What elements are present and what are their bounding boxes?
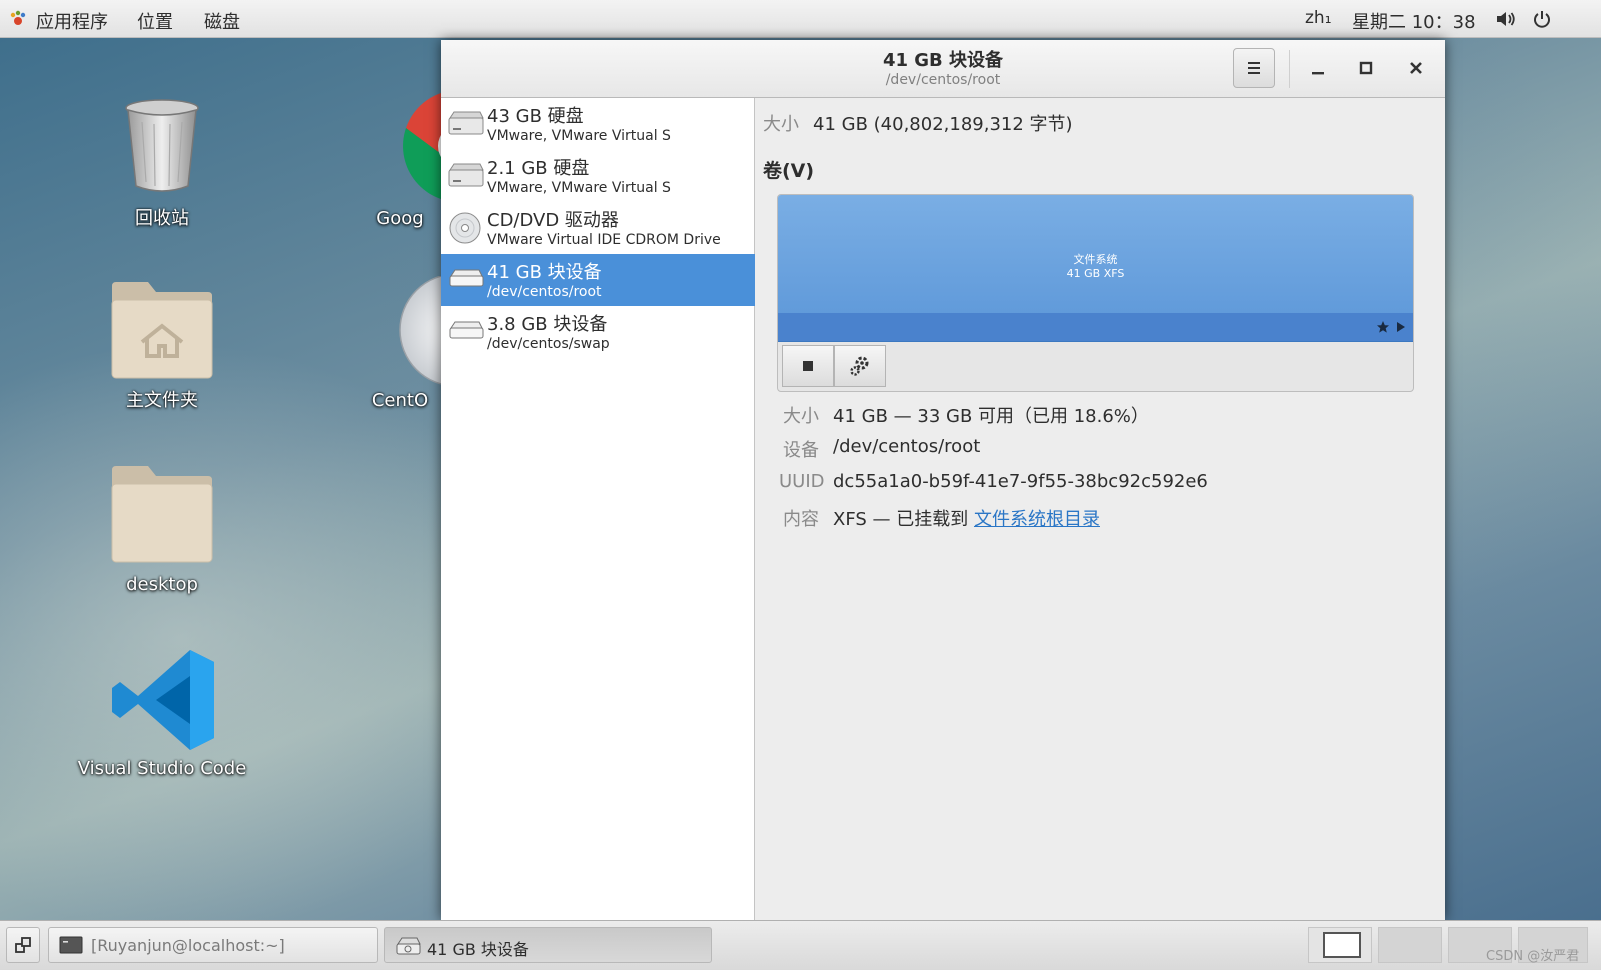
volumes-graph: 文件系统 41 GB XFS <box>777 194 1414 392</box>
task-terminal[interactable]: [Ruyanjun@localhost:~] <box>48 927 378 963</box>
device-title: 41 GB 块设备 <box>487 262 602 283</box>
desktop-icon-label: 主文件夹 <box>126 390 198 411</box>
contents-value: XFS — 已挂载到 文件系统根目录 <box>833 505 1100 531</box>
header-separator <box>1289 50 1290 88</box>
device-subtitle: VMware, VMware Virtual S <box>487 180 671 196</box>
partition-filesystem[interactable]: 文件系统 41 GB XFS <box>778 195 1413 342</box>
device-subtitle: VMware, VMware Virtual S <box>487 128 671 144</box>
gears-icon <box>850 356 869 376</box>
desktop-icon-label: desktop <box>126 574 198 595</box>
desktop-icon-vscode[interactable]: Visual Studio Code <box>62 648 262 788</box>
partition-type: 文件系统 <box>1073 253 1118 266</box>
clock[interactable]: 星期二 10：38 <box>1352 8 1476 34</box>
disks-app-icon <box>396 937 421 955</box>
device-item-2.1gb-disk[interactable]: 2.1 GB 硬盘 VMware, VMware Virtual S <box>441 150 755 202</box>
device-subtitle: /dev/centos/root <box>487 284 602 300</box>
device-subtitle: VMware Virtual IDE CDROM Drive <box>487 232 721 248</box>
hard-disk-icon <box>448 111 484 135</box>
device-subtitle: /dev/centos/swap <box>487 336 610 352</box>
desktop-icon-home-folder[interactable]: 主文件夹 <box>62 280 262 420</box>
drive-menu-button[interactable] <box>1233 48 1275 88</box>
task-disks[interactable]: 41 GB 块设备 <box>384 927 712 963</box>
desktop-icon-label: 回收站 <box>135 208 189 229</box>
device-item-43gb-disk[interactable]: 43 GB 硬盘 VMware, VMware Virtual S <box>441 98 755 150</box>
minimize-icon[interactable] <box>1303 54 1333 84</box>
device-label: 设备 <box>783 440 819 461</box>
partition-label: 文件系统 41 GB XFS <box>778 253 1413 281</box>
gnome-foot-icon[interactable] <box>8 9 28 29</box>
window-list-icon <box>15 937 31 953</box>
block-device-icon <box>449 321 484 339</box>
device-sidebar: 43 GB 硬盘 VMware, VMware Virtual S 2.1 GB… <box>441 98 755 920</box>
partition-status-strip <box>778 313 1413 341</box>
uuid-value: dc55a1a0-b59f-41e7-9f55-38bc92c592e6 <box>833 471 1208 492</box>
input-method-indicator[interactable]: zh₁ <box>1305 8 1332 28</box>
hamburger-menu-icon <box>1248 62 1260 74</box>
watermark: CSDN @汝严君 <box>1486 949 1580 964</box>
screen: 应用程序 位置 磁盘 zh₁ 星期二 10：38 回收站 Goog 主文件夹 C… <box>0 0 1601 970</box>
window-subtitle: /dev/centos/root <box>885 72 1001 88</box>
device-title: 2.1 GB 硬盘 <box>487 158 590 179</box>
desktop-icon-label: Visual Studio Code <box>77 758 247 779</box>
device-item-cd-dvd-drive[interactable]: CD/DVD 驱动器 VMware Virtual IDE CDROM Driv… <box>441 202 755 254</box>
trash-icon <box>125 99 199 192</box>
workspace-1-preview <box>1323 932 1361 958</box>
places-menu[interactable]: 位置 <box>137 8 173 34</box>
device-item-3.8gb-block-device[interactable]: 3.8 GB 块设备 /dev/centos/swap <box>441 306 755 358</box>
maximize-icon[interactable] <box>1351 54 1381 84</box>
device-item-41gb-block-device[interactable]: 41 GB 块设备 /dev/centos/root <box>441 254 755 306</box>
show-desktop-button[interactable] <box>6 927 40 963</box>
vscode-icon <box>112 650 214 750</box>
hard-disk-icon <box>448 163 484 187</box>
device-title: CD/DVD 驱动器 <box>487 210 619 231</box>
applications-menu[interactable]: 应用程序 <box>36 8 108 34</box>
unmount-button[interactable] <box>782 345 834 387</box>
filesystem-root-link[interactable]: 文件系统根目录 <box>974 509 1100 530</box>
volume-icon[interactable] <box>1495 10 1517 28</box>
power-icon[interactable] <box>1532 9 1552 29</box>
device-value: /dev/centos/root <box>833 436 981 457</box>
size-value: 41 GB (40,802,189,312 字节) <box>813 114 1073 135</box>
uuid-label: UUID <box>779 471 825 492</box>
volume-size-value: 41 GB — 33 GB 可用（已用 18.6%） <box>833 406 1149 427</box>
task-label: [Ruyanjun@localhost:~] <box>91 936 285 955</box>
block-device-icon <box>449 269 484 287</box>
desktop-icon-desktop-folder[interactable]: desktop <box>62 464 262 604</box>
close-icon[interactable] <box>1401 54 1431 84</box>
device-title: 3.8 GB 块设备 <box>487 314 608 335</box>
terminal-icon <box>59 936 83 954</box>
contents-label: 内容 <box>783 509 819 530</box>
volumes-heading: 卷(V) <box>763 160 815 182</box>
size-label: 大小 <box>763 114 799 135</box>
task-label: 41 GB 块设备 <box>427 940 529 959</box>
stop-icon <box>803 361 813 371</box>
partition-size: 41 GB XFS <box>1066 267 1125 280</box>
disks-window: 41 GB 块设备 /dev/centos/root 43 GB 硬盘 VMwa… <box>441 40 1445 920</box>
device-title: 43 GB 硬盘 <box>487 106 584 127</box>
volume-size-label: 大小 <box>783 406 819 427</box>
top-bar: 应用程序 位置 磁盘 zh₁ 星期二 10：38 <box>0 0 1601 38</box>
header-bar: 41 GB 块设备 /dev/centos/root <box>441 40 1445 98</box>
mounted-arrow-icon <box>1397 322 1405 332</box>
disks-app-menu[interactable]: 磁盘 <box>204 8 240 34</box>
optical-drive-icon <box>449 212 481 244</box>
desktop-icon-trash[interactable]: 回收站 <box>62 98 262 238</box>
taskbar: [Ruyanjun@localhost:~] 41 GB 块设备 CSDN @汝… <box>0 920 1601 970</box>
home-folder-icon <box>111 282 213 379</box>
contents-prefix: XFS — 已挂载到 <box>833 509 969 530</box>
device-details-pane: 大小 41 GB (40,802,189,312 字节) 卷(V) 文件系统 4… <box>755 98 1445 920</box>
star-icon <box>1377 321 1389 333</box>
partition-options-button[interactable] <box>834 345 886 387</box>
workspace-2[interactable] <box>1378 927 1442 963</box>
folder-icon <box>111 466 213 563</box>
window-title: 41 GB 块设备 <box>882 50 1004 71</box>
workspace-1[interactable] <box>1308 927 1372 963</box>
